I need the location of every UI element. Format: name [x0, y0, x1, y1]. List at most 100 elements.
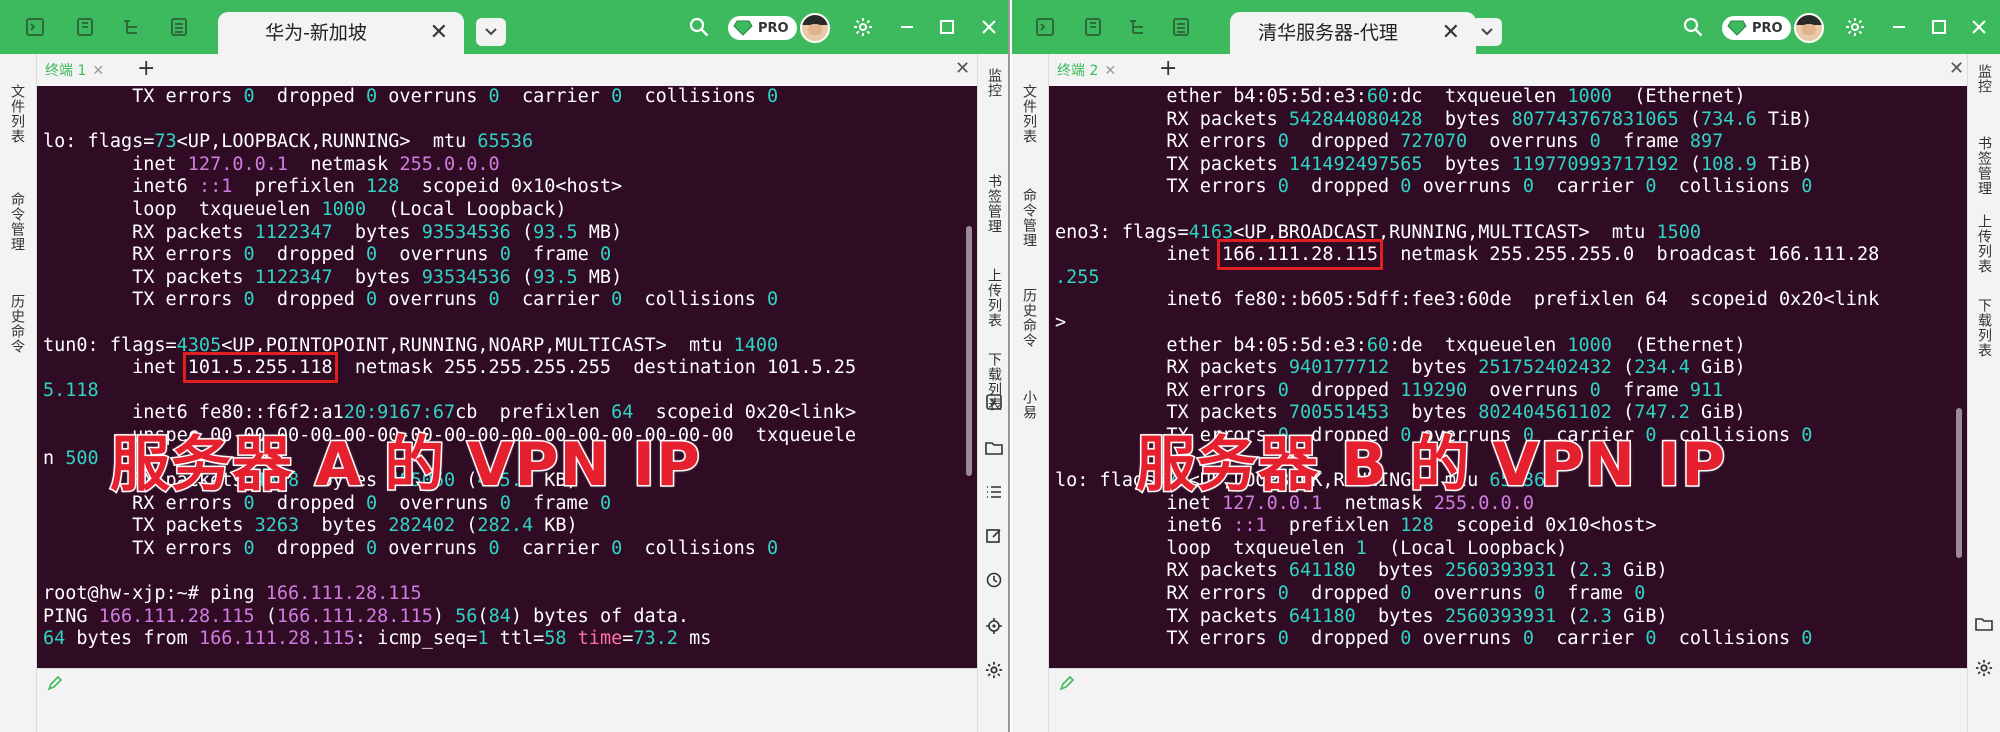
gear-icon[interactable] — [1842, 14, 1868, 40]
terminal-output[interactable]: TX errors 0 dropped 0 overruns 0 carrier… — [37, 86, 977, 668]
terminal-text: TX packets — [1055, 153, 1289, 175]
terminal-text: 119770993717192 — [1511, 153, 1679, 175]
search-icon[interactable] — [686, 14, 712, 40]
maximize-icon[interactable] — [1926, 14, 1952, 40]
scrollbar-thumb[interactable] — [966, 226, 972, 476]
terminal-text: 93534536 — [421, 221, 511, 243]
terminal-text: dropped — [254, 289, 367, 311]
scrollbar[interactable] — [966, 86, 975, 668]
terminal-line: eno3: flags=4163<UP,BROADCAST,RUNNING,MU… — [1055, 222, 1961, 245]
avatar[interactable] — [1794, 13, 1824, 43]
sidebar-item-command-history[interactable]: 历史命令 — [7, 294, 27, 354]
close-panel-icon[interactable]: ✕ — [955, 58, 970, 79]
sidebar-item-monitor[interactable]: 监控 — [1974, 64, 1994, 94]
terminal-text: 65536 — [477, 131, 534, 153]
avatar[interactable] — [800, 13, 830, 43]
tree-icon[interactable] — [118, 14, 144, 40]
terminal-text: ( — [1678, 153, 1702, 175]
tab-terminal-2[interactable]: 终端 2 ✕ — [1057, 60, 1116, 80]
sidebar-item-command-manager[interactable]: 命令管理 — [1019, 188, 1039, 248]
document-icon[interactable] — [72, 14, 98, 40]
minimize-icon[interactable] — [894, 14, 920, 40]
terminal-icon[interactable] — [1032, 14, 1058, 40]
close-icon[interactable] — [976, 14, 1002, 40]
pen-icon[interactable] — [1059, 675, 1075, 695]
terminal-line: RX packets 1122347 bytes 93534536 (93.5 … — [43, 222, 971, 245]
folder-icon[interactable] — [984, 438, 1004, 458]
minimize-icon[interactable] — [1886, 14, 1912, 40]
folder-icon[interactable] — [1974, 614, 1994, 634]
terminal-icon[interactable] — [22, 14, 48, 40]
sidebar-item-command-manager[interactable]: 命令管理 — [7, 192, 27, 252]
list-icon[interactable] — [166, 14, 192, 40]
document-icon[interactable] — [1080, 14, 1106, 40]
gear-icon[interactable] — [850, 14, 876, 40]
maximize-icon[interactable] — [934, 14, 960, 40]
terminal-text: 727070 — [1400, 131, 1468, 153]
terminal-text: <UP,BROADCAST,RUNNING,MULTICAST> mtu — [1233, 221, 1657, 243]
chevron-down-icon[interactable] — [1472, 18, 1502, 46]
locate-icon[interactable] — [984, 616, 1004, 636]
sidebar-item-xiaoyi[interactable]: 小易 — [1019, 390, 1039, 420]
terminal-text: bytes — [332, 266, 422, 288]
terminal-text: 641180 — [1288, 560, 1356, 582]
sidebar-item-monitor[interactable]: 监控 — [984, 68, 1004, 98]
close-tab-icon[interactable]: ✕ — [1442, 12, 1460, 54]
close-tab-icon[interactable]: ✕ — [92, 63, 104, 79]
terminal-icon[interactable] — [984, 392, 1004, 412]
sidebar-item-command-history[interactable]: 历史命令 — [1019, 288, 1039, 348]
terminal-text: 5.118 — [43, 379, 99, 401]
tab-terminal-1[interactable]: 终端 1 ✕ — [45, 60, 104, 80]
pro-badge[interactable]: PRO — [1722, 16, 1791, 40]
add-tab-icon[interactable]: + — [1159, 56, 1177, 81]
sidebar-item-file-list[interactable]: 文件列表 — [7, 84, 27, 144]
sidebar-item-download-list[interactable]: 下载列表 — [1974, 298, 1994, 358]
terminal-text: TX errors — [1055, 176, 1278, 198]
terminal-text: TX errors — [1055, 628, 1278, 650]
close-tab-icon[interactable]: ✕ — [1104, 63, 1116, 79]
terminal-text: overruns — [1411, 176, 1523, 198]
settings-icon[interactable] — [984, 660, 1004, 680]
terminal-text: 60 — [1366, 334, 1390, 356]
sidebar-item-bookmarks[interactable]: 书签管理 — [1974, 136, 1994, 196]
terminal-text: 1000 — [1567, 86, 1612, 107]
terminal-text: n — [43, 447, 66, 469]
search-icon[interactable] — [1680, 14, 1706, 40]
terminal-text: 0 — [1645, 176, 1657, 198]
terminal-text: overruns — [1467, 379, 1590, 401]
terminal-text: lo: flags= — [43, 131, 155, 153]
sidebar-item-bookmarks[interactable]: 书签管理 — [984, 174, 1004, 234]
history-icon[interactable] — [984, 570, 1004, 590]
terminal-output[interactable]: ether b4:05:5d:e3:60:dc txqueuelen 1000 … — [1049, 86, 1967, 668]
add-tab-icon[interactable]: + — [137, 56, 155, 81]
terminal-line: ether b4:05:5d:e3:60:de txqueuelen 1000 … — [1055, 335, 1961, 358]
terminal-text: 166.111.28.115 — [265, 583, 422, 605]
sidebar-item-file-list[interactable]: 文件列表 — [1019, 84, 1039, 144]
terminal-text: collisions — [622, 86, 768, 107]
tab-huawei-singapore[interactable]: 华为-新加坡 ✕ — [218, 12, 464, 54]
terminal-text: 0 — [366, 537, 378, 559]
edit-icon[interactable] — [984, 526, 1004, 546]
sidebar-item-upload-list[interactable]: 上传列表 — [1974, 214, 1994, 274]
sidebar-item-upload-list[interactable]: 上传列表 — [984, 268, 1004, 328]
scrollbar-thumb[interactable] — [1956, 408, 1962, 558]
pen-icon[interactable] — [47, 675, 63, 695]
terminal-text: 0 — [1400, 628, 1412, 650]
close-tab-icon[interactable]: ✕ — [430, 12, 448, 54]
close-icon[interactable] — [1966, 14, 1992, 40]
tab-tsinghua-proxy[interactable]: 清华服务器-代理 ✕ — [1230, 12, 1476, 54]
terminal-line: ether b4:05:5d:e3:60:dc txqueuelen 1000 … — [1055, 86, 1961, 109]
terminal-text: bytes — [1422, 153, 1512, 175]
terminal-text: 1122347 — [254, 221, 333, 243]
tree-icon[interactable] — [1124, 14, 1150, 40]
list-icon[interactable] — [1168, 14, 1194, 40]
list-icon[interactable] — [984, 482, 1004, 502]
settings-icon[interactable] — [1974, 658, 1994, 678]
terminal-text: TiB) — [1756, 108, 1813, 130]
close-panel-icon[interactable]: ✕ — [1949, 58, 1964, 79]
scrollbar[interactable] — [1956, 86, 1965, 668]
pro-badge[interactable]: PRO — [728, 16, 797, 40]
terminal-line: TX errors 0 dropped 0 overruns 0 carrier… — [1055, 628, 1961, 651]
diamond-icon — [732, 19, 754, 37]
chevron-down-icon[interactable] — [476, 18, 506, 46]
